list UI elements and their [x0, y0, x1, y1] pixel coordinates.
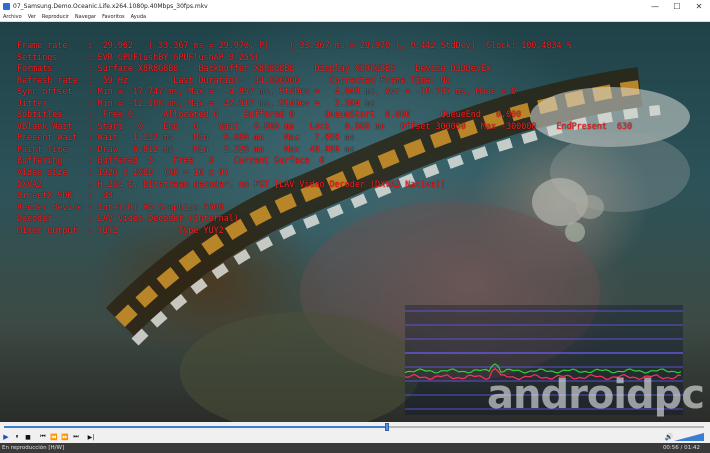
status-text: En reproducción [H/W] — [2, 445, 65, 451]
menu-reproducir[interactable]: Reproducir — [39, 14, 72, 20]
stat-directx-sdk: DirectX SDK : 43 — [17, 190, 113, 201]
stat-frame-rate: Frame rate : 29.962 ( 33.367 ms = 29.970… — [17, 40, 572, 50]
stat-sync-offset: Sync offset : Min = -17.747 ms, Max = -4… — [17, 86, 517, 97]
stat-present-wait: Present Wait : Wait 1.122 ms Min 0.000 m… — [17, 132, 355, 143]
seek-progress — [4, 426, 387, 428]
close-button[interactable]: ✕ — [688, 0, 710, 12]
app-icon — [3, 2, 10, 10]
window-title: 07_Samsung.Demo.Oceanic.Life.x264.1080p.… — [13, 2, 208, 10]
seek-handle[interactable] — [384, 423, 389, 431]
stat-dxva2: DXVA2 : H.264 E, bitstream decoder, no F… — [17, 178, 446, 189]
stat-settings: Settings : EVR GPUFlushBY GPUFlushAP 0-2… — [17, 51, 260, 62]
status-bar: En reproducción [H/W] 00:56 / 01:42 — [0, 443, 710, 453]
title-bar: 07_Samsung.Demo.Oceanic.Life.x264.1080p.… — [0, 0, 710, 12]
stat-mixer-output: Mixer output : YUY2 Type YUY2 — [17, 224, 224, 235]
stat-jitter: Jitter : Min = -12.108 ms, Max = 47.517 … — [17, 97, 375, 108]
menu-navegar[interactable]: Navegar — [72, 14, 99, 20]
stat-video-size: Video size : 1920 x 1080 (AR = 16 x 9) — [17, 167, 229, 178]
menu-archivo[interactable]: Archivo — [0, 14, 25, 20]
stat-formats: Formats : Surface X8R8G8B8 Backbuffer X8… — [17, 63, 491, 74]
rewind-button[interactable]: ⏪ — [49, 432, 59, 442]
menu-bar: Archivo Ver Reproducir Navegar Favoritos… — [0, 12, 710, 22]
minimize-button[interactable]: — — [644, 0, 666, 12]
stat-paint-time: Paint Time : Draw 6.812 ms Min 2.326 ms … — [17, 143, 355, 154]
menu-favoritos[interactable]: Favoritos — [99, 14, 128, 20]
video-area[interactable]: Frame rate : 29.962 ( 33.367 ms = 29.970… — [0, 22, 710, 422]
stat-subtitles: Subtitles : Free 0 Allocated 0 Buffered … — [17, 109, 522, 120]
menu-ayuda[interactable]: Ayuda — [128, 14, 149, 20]
seek-track[interactable] — [4, 423, 704, 431]
stat-vblank-wait: VBlank Wait : Start 0 End 0 Wait 0.000 m… — [17, 120, 633, 131]
seek-bar[interactable] — [0, 422, 710, 431]
stat-refresh-rate: Refresh rate : 59 Hz Last Duration: 34.0… — [17, 74, 451, 85]
stat-buffering: Buffering : Buffered 5 Free 0 Current Su… — [17, 155, 325, 166]
forward-button[interactable]: ⏩ — [60, 432, 70, 442]
watermark-logo: androidpc — [487, 372, 705, 418]
volume-icon[interactable]: 🔊 — [664, 432, 674, 442]
volume-slider[interactable] — [674, 433, 704, 441]
playback-time: 00:56 / 01:42 — [662, 445, 700, 451]
play-button[interactable]: ▶ — [1, 432, 11, 442]
maximize-button[interactable]: ☐ — [666, 0, 688, 12]
pause-button[interactable]: ⏸ — [12, 432, 22, 442]
stop-button[interactable]: ■ — [23, 432, 33, 442]
stat-decoder: Decoder : LAV Video Decoder (internal) — [17, 213, 239, 224]
frame-step-button[interactable]: ▶| — [86, 432, 96, 442]
statistics-overlay: Frame rate : 29.962 ( 33.367 ms = 29.970… — [17, 40, 632, 236]
menu-ver[interactable]: Ver — [25, 14, 39, 20]
playback-controls: ▶ ⏸ ■ ⏮ ⏪ ⏩ ⏭ ▶| 🔊 — [0, 431, 710, 443]
next-button[interactable]: ⏭ — [71, 432, 81, 442]
stat-render-device: Render device : Intel(R) HD Graphics 550… — [17, 201, 224, 212]
previous-button[interactable]: ⏮ — [38, 432, 48, 442]
